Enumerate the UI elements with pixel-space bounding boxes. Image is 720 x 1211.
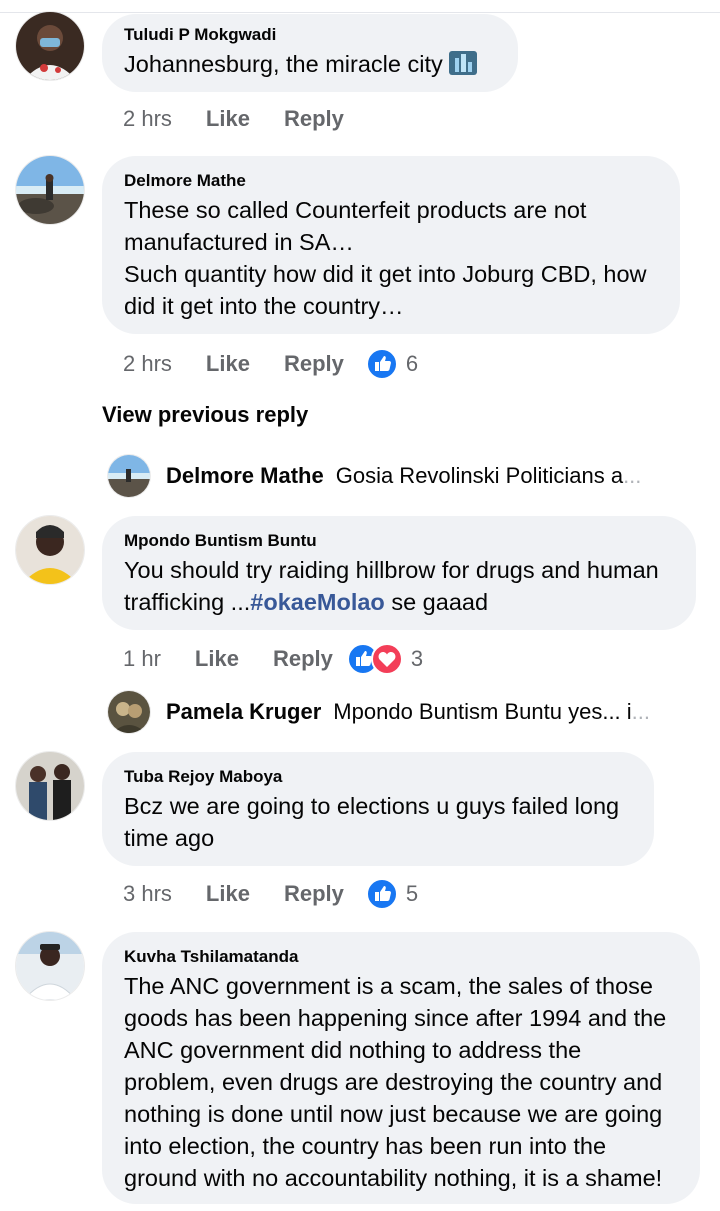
comment-text: You should try raiding hillbrow for drug…: [124, 557, 659, 615]
reply-author[interactable]: Pamela Kruger: [166, 699, 321, 725]
city-emoji-icon: [449, 51, 478, 75]
avatar-pamela-small: [108, 691, 150, 733]
reply-preview[interactable]: Delmore Mathe Gosia Revolinski Politicia…: [108, 455, 641, 497]
avatar-mpondo[interactable]: [16, 516, 84, 584]
like-button[interactable]: Like: [206, 351, 250, 377]
reaction-count: 3: [410, 646, 424, 671]
reply-author[interactable]: Delmore Mathe: [166, 463, 324, 489]
like-button[interactable]: Like: [195, 646, 239, 672]
reply-preview-text: Gosia Revolinski Politicians a...: [335, 463, 642, 488]
comment-bubble: Tuba Rejoy Maboya Bcz we are going to el…: [102, 752, 654, 866]
comment-time[interactable]: 3 hrs: [123, 881, 172, 907]
hashtag-link[interactable]: #okaeMolao: [250, 589, 385, 615]
reply-button[interactable]: Reply: [284, 351, 344, 377]
reply-button[interactable]: Reply: [273, 646, 333, 672]
comment-text: The ANC government is a scam, the sales …: [124, 973, 667, 1191]
like-icon: [365, 878, 398, 910]
avatar-delmore-small: [108, 455, 150, 497]
comment-time[interactable]: 2 hrs: [123, 351, 172, 377]
comment-author[interactable]: Tuludi P Mokgwadi: [124, 24, 496, 46]
avatar-kuvha[interactable]: [16, 932, 84, 1000]
comment-actions: 2 hrs Like Reply 6: [123, 348, 418, 380]
comment-bubble: Tuludi P Mokgwadi Johannesburg, the mira…: [102, 14, 518, 92]
comment-author[interactable]: Mpondo Buntism Buntu: [124, 530, 674, 552]
view-previous-reply-link[interactable]: View previous reply: [102, 402, 308, 428]
reactions[interactable]: 6: [365, 348, 419, 380]
comment-bubble: Kuvha Tshilamatanda The ANC government i…: [102, 932, 700, 1204]
reply-preview[interactable]: Pamela Kruger Mpondo Buntism Buntu yes..…: [108, 691, 650, 733]
like-icon: [365, 348, 398, 380]
comment-author[interactable]: Kuvha Tshilamatanda: [124, 946, 678, 968]
comment-text: Johannesburg, the miracle city: [124, 48, 496, 80]
comment-author[interactable]: Delmore Mathe: [124, 170, 658, 192]
reply-preview-text: Mpondo Buntism Buntu yes... i...: [333, 699, 651, 724]
comment-time[interactable]: 2 hrs: [123, 106, 172, 132]
like-button[interactable]: Like: [206, 881, 250, 907]
love-icon: [370, 643, 403, 675]
comment-time[interactable]: 1 hr: [123, 646, 161, 672]
comment-bubble: Mpondo Buntism Buntu You should try raid…: [102, 516, 696, 630]
avatar-delmore[interactable]: [16, 156, 84, 224]
comment-actions: 2 hrs Like Reply: [123, 106, 378, 132]
comment-actions: 3 hrs Like Reply 5: [123, 878, 418, 910]
reactions[interactable]: 3: [346, 643, 424, 675]
avatar-tuba[interactable]: [16, 752, 84, 820]
comment-actions: 1 hr Like Reply 3: [123, 643, 423, 675]
reply-button[interactable]: Reply: [284, 106, 344, 132]
top-divider: [0, 12, 720, 13]
comment-bubble: Delmore Mathe These so called Counterfei…: [102, 156, 680, 334]
avatar-tuludi[interactable]: [16, 12, 84, 80]
reaction-count: 6: [405, 351, 419, 376]
comment-text: Bcz we are going to elections u guys fai…: [124, 793, 620, 851]
reactions[interactable]: 5: [365, 878, 419, 910]
comment-text: These so called Counterfeit products are…: [124, 197, 647, 319]
reaction-count: 5: [405, 881, 419, 906]
reply-button[interactable]: Reply: [284, 881, 344, 907]
like-button[interactable]: Like: [206, 106, 250, 132]
comment-author[interactable]: Tuba Rejoy Maboya: [124, 766, 632, 788]
